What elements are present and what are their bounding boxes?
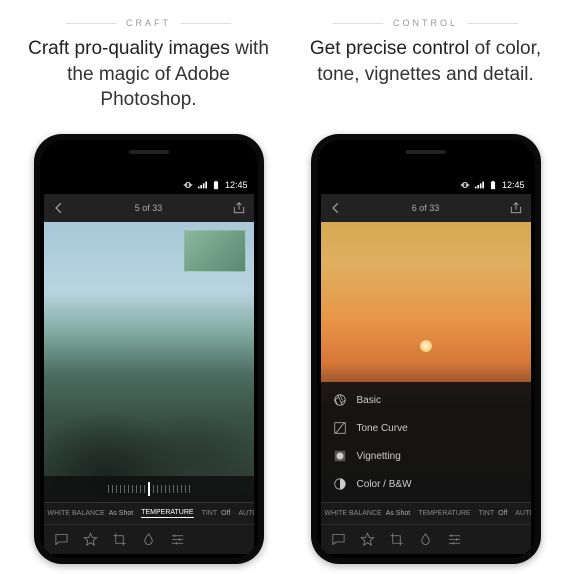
- panel-label: Basic: [357, 395, 381, 406]
- photo-counter: 5 of 33: [135, 203, 163, 213]
- adjust-icon[interactable]: [170, 532, 185, 547]
- back-icon[interactable]: [329, 201, 343, 215]
- vibrate-icon: [460, 180, 470, 190]
- panel-item-basic[interactable]: Basic: [321, 386, 531, 414]
- bottom-toolbar: [44, 524, 254, 554]
- aperture-icon: [333, 393, 347, 407]
- panel-label: Vignetting: [357, 451, 401, 462]
- color-bw-icon: [333, 477, 347, 491]
- param-white-balance[interactable]: WHITE BALANCE: [325, 510, 382, 517]
- panel-item-vignetting[interactable]: Vignetting: [321, 442, 531, 470]
- section-label-craft: CRAFT: [126, 10, 171, 36]
- droplet-icon[interactable]: [418, 532, 433, 547]
- param-temperature[interactable]: TEMPERATURE: [141, 509, 193, 518]
- panel-label: Tone Curve: [357, 423, 408, 434]
- android-status-bar: 12:45: [44, 176, 254, 194]
- parameter-bar: WHITE BALANCE As Shot TEMPERATURE TINT O…: [321, 502, 531, 524]
- signal-icon: [197, 180, 207, 190]
- comment-icon[interactable]: [331, 532, 346, 547]
- headline-bold: Get precise control: [310, 38, 469, 59]
- share-icon[interactable]: [509, 201, 523, 215]
- phone-mockup-left: 12:45 5 of 33: [34, 134, 264, 564]
- photo-viewport[interactable]: [44, 222, 254, 502]
- phone-speaker: [406, 150, 446, 154]
- craft-column: CRAFT Craft pro-quality images with the …: [20, 10, 277, 564]
- bottom-toolbar: [321, 524, 531, 554]
- photo-viewport[interactable]: Basic Tone Curve Vignetting: [321, 222, 531, 502]
- parameter-bar: WHITE BALANCE As Shot TEMPERATURE TINT O…: [44, 502, 254, 524]
- app-header: 5 of 33: [44, 194, 254, 222]
- param-tint[interactable]: TINT: [202, 510, 218, 517]
- panel-item-color-bw[interactable]: Color / B&W: [321, 470, 531, 498]
- star-icon[interactable]: [83, 532, 98, 547]
- status-time: 12:45: [225, 180, 248, 190]
- headline-bold: Craft pro-quality images: [28, 38, 230, 59]
- headline-craft: Craft pro-quality images with the magic …: [20, 36, 277, 116]
- panel-label: Color / B&W: [357, 479, 412, 490]
- vignette-icon: [333, 449, 347, 463]
- param-auto-tone[interactable]: AUTO TONE: [515, 510, 530, 517]
- param-temperature[interactable]: TEMPERATURE: [418, 510, 470, 517]
- param-white-balance[interactable]: WHITE BALANCE: [48, 510, 105, 517]
- param-tint[interactable]: TINT: [479, 510, 495, 517]
- param-tint-value: Off: [221, 510, 230, 517]
- section-label-control: CONTROL: [393, 10, 458, 36]
- param-white-balance-value: As Shot: [109, 510, 134, 517]
- param-white-balance-value: As Shot: [386, 510, 411, 517]
- share-icon[interactable]: [232, 201, 246, 215]
- phone-speaker: [129, 150, 169, 154]
- photo-rocky-coast: [44, 222, 254, 502]
- android-status-bar: 12:45: [321, 176, 531, 194]
- crop-icon[interactable]: [389, 532, 404, 547]
- star-icon[interactable]: [360, 532, 375, 547]
- headline-control: Get precise control of color, tone, vign…: [297, 36, 554, 116]
- photo-counter: 6 of 33: [412, 203, 440, 213]
- crop-icon[interactable]: [112, 532, 127, 547]
- param-auto-tone[interactable]: AUTO TONE: [238, 510, 253, 517]
- param-tint-value: Off: [498, 510, 507, 517]
- app-header: 6 of 33: [321, 194, 531, 222]
- droplet-icon[interactable]: [141, 532, 156, 547]
- battery-icon: [488, 180, 498, 190]
- phone-mockup-right: 12:45 6 of 33 Basic: [311, 134, 541, 564]
- signal-icon: [474, 180, 484, 190]
- back-icon[interactable]: [52, 201, 66, 215]
- curve-icon: [333, 421, 347, 435]
- adjustment-slider[interactable]: [44, 476, 254, 502]
- status-time: 12:45: [502, 180, 525, 190]
- comment-icon[interactable]: [54, 532, 69, 547]
- adjust-icon[interactable]: [447, 532, 462, 547]
- control-column: CONTROL Get precise control of color, to…: [297, 10, 554, 564]
- edit-panel: Basic Tone Curve Vignetting: [321, 382, 531, 502]
- battery-icon: [211, 180, 221, 190]
- vibrate-icon: [183, 180, 193, 190]
- panel-item-tone-curve[interactable]: Tone Curve: [321, 414, 531, 442]
